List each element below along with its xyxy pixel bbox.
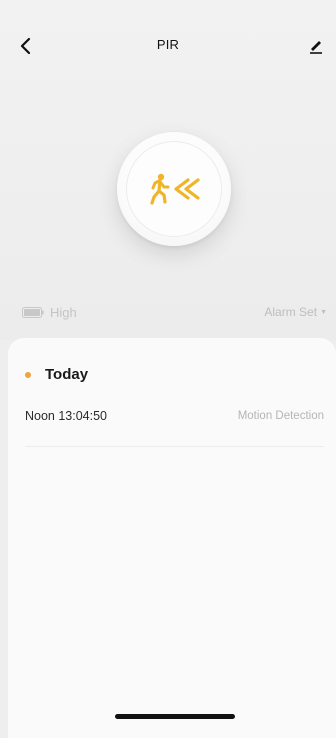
page-title: PIR — [156, 37, 180, 52]
day-header: Today — [25, 366, 88, 383]
caret-down-icon: ▼ — [320, 308, 327, 316]
status-row: High Alarm Set ▼ — [0, 302, 336, 322]
event-log-card: Today Noon 13:04:50 Motion Detection — [8, 338, 336, 738]
battery-level-label: High — [50, 305, 77, 320]
home-indicator — [115, 714, 235, 719]
running-person-motion-icon — [150, 173, 200, 205]
navigation-bar: PIR — [0, 30, 336, 62]
alarm-set-dropdown[interactable]: Alarm Set ▼ — [264, 305, 327, 319]
sensor-inner-ring — [126, 141, 222, 237]
log-entry[interactable]: Noon 13:04:50 Motion Detection — [25, 404, 324, 447]
pencil-icon — [310, 41, 322, 54]
sensor-header-area: PIR High Alarm Set ▼ — [0, 0, 336, 340]
log-entry-time: Noon 13:04:50 — [25, 409, 108, 423]
edit-button[interactable] — [304, 34, 328, 58]
alarm-set-label: Alarm Set — [264, 305, 318, 319]
day-label: Today — [45, 366, 89, 383]
battery-status: High — [22, 305, 77, 320]
sensor-status-button[interactable] — [117, 132, 231, 246]
battery-icon — [22, 307, 44, 318]
log-entry-event: Motion Detection — [237, 410, 324, 422]
day-dot-icon — [25, 371, 31, 378]
